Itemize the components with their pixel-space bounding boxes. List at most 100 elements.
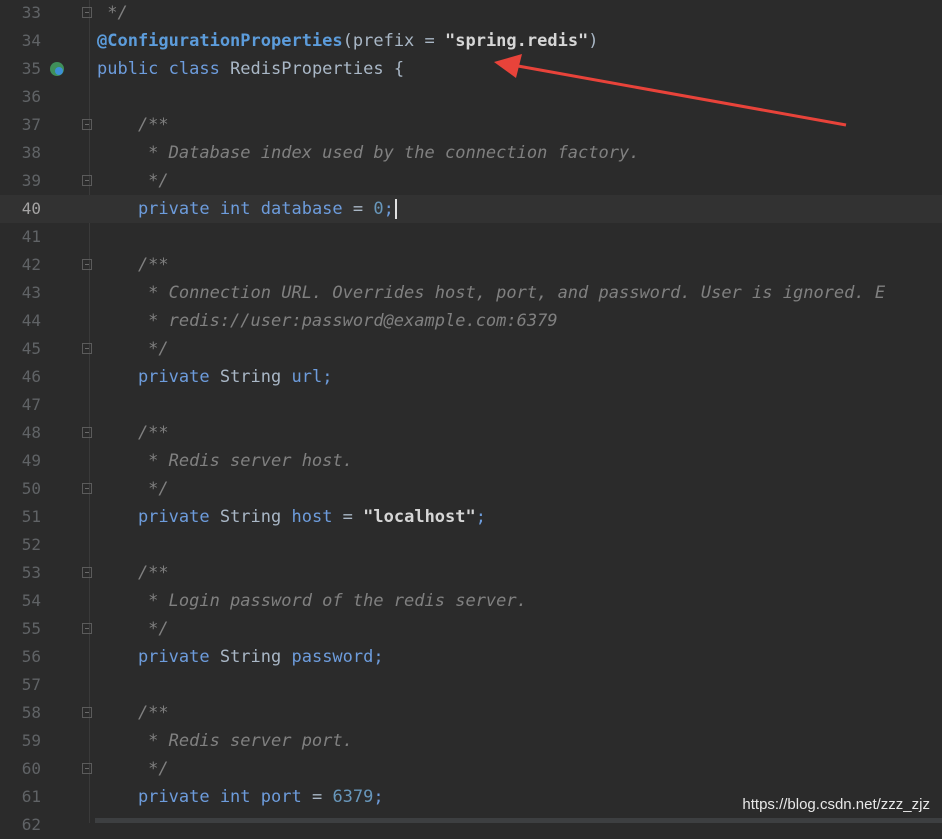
code-editor[interactable]: 33 */34 @ConfigurationProperties(prefix =… — [0, 0, 942, 834]
line-number[interactable]: 58 — [0, 699, 41, 727]
code-line[interactable]: 53 /** — [0, 559, 942, 587]
line-number[interactable]: 48 — [0, 419, 41, 447]
code-line[interactable]: 37 /** — [0, 111, 942, 139]
code-line[interactable]: 35 public class RedisProperties { — [0, 55, 942, 83]
line-number[interactable]: 52 — [0, 531, 41, 559]
code-token: "localhost" — [363, 507, 476, 527]
fold-marker-icon[interactable] — [82, 259, 92, 270]
line-number[interactable]: 33 — [0, 0, 41, 27]
code-line[interactable]: 49 * Redis server host. — [0, 447, 942, 475]
fold-marker-icon[interactable] — [82, 763, 92, 774]
code-line[interactable]: 34 @ConfigurationProperties(prefix = "spr… — [0, 27, 942, 55]
code-text: /** — [97, 111, 169, 139]
code-line[interactable]: 45 */ — [0, 335, 942, 363]
line-number[interactable]: 56 — [0, 643, 41, 671]
code-token: ; — [383, 199, 394, 219]
line-number[interactable]: 36 — [0, 83, 41, 111]
fold-marker-icon[interactable] — [82, 119, 92, 130]
line-number[interactable]: 50 — [0, 475, 41, 503]
code-line[interactable]: 40 private int database = 0; — [0, 195, 942, 223]
code-line[interactable]: 38 * Database index used by the connecti… — [0, 139, 942, 167]
code-text: public class RedisProperties { — [97, 55, 404, 83]
line-number[interactable]: 35 — [0, 55, 41, 83]
code-text: /** — [97, 251, 169, 279]
code-text: */ — [97, 755, 168, 783]
code-line[interactable]: 46 private String url; — [0, 363, 942, 391]
line-number[interactable]: 45 — [0, 335, 41, 363]
code-line[interactable]: 36 — [0, 83, 942, 111]
line-number[interactable]: 39 — [0, 167, 41, 195]
code-token: private — [97, 507, 220, 527]
code-token: ; — [373, 787, 384, 807]
line-number[interactable]: 61 — [0, 783, 41, 811]
code-text: * Connection URL. Overrides host, port, … — [97, 279, 885, 307]
code-line[interactable]: 54 * Login password of the redis server. — [0, 587, 942, 615]
code-text: */ — [97, 0, 127, 27]
fold-marker-icon[interactable] — [82, 483, 92, 494]
code-text: /** — [97, 419, 169, 447]
code-token: password — [291, 647, 374, 667]
line-number[interactable]: 38 — [0, 139, 41, 167]
code-token: * Connection URL. Overrides host, port, … — [97, 283, 886, 303]
line-number[interactable]: 37 — [0, 111, 41, 139]
code-line[interactable]: 51 private String host = "localhost"; — [0, 503, 942, 531]
fold-marker-icon[interactable] — [82, 707, 92, 718]
line-number[interactable]: 47 — [0, 391, 41, 419]
line-number[interactable]: 49 — [0, 447, 41, 475]
fold-marker-icon[interactable] — [82, 427, 92, 438]
code-token: ; — [373, 647, 384, 667]
code-line[interactable]: 42 /** — [0, 251, 942, 279]
code-line[interactable]: 39 */ — [0, 167, 942, 195]
code-line[interactable]: 60 */ — [0, 755, 942, 783]
fold-marker-icon[interactable] — [82, 567, 92, 578]
fold-marker-icon[interactable] — [82, 343, 92, 354]
code-line[interactable]: 43 * Connection URL. Overrides host, por… — [0, 279, 942, 307]
line-number[interactable]: 62 — [0, 811, 41, 839]
code-token: "spring.redis" — [445, 31, 589, 51]
code-token: String — [219, 507, 292, 527]
code-line[interactable]: 47 — [0, 391, 942, 419]
code-token: * Redis server port. — [97, 731, 353, 751]
line-number[interactable]: 40 — [0, 195, 41, 223]
code-line[interactable]: 55 */ — [0, 615, 942, 643]
line-number[interactable]: 46 — [0, 363, 41, 391]
code-text: private int database = 0; — [97, 195, 397, 223]
line-number[interactable]: 34 — [0, 27, 41, 55]
code-line[interactable]: 48 /** — [0, 419, 942, 447]
fold-marker-icon[interactable] — [82, 7, 92, 18]
code-text: * redis://user:password@example.com:6379 — [97, 307, 557, 335]
code-text: * Redis server host. — [97, 447, 353, 475]
code-text: private String url; — [97, 363, 333, 391]
line-number[interactable]: 41 — [0, 223, 41, 251]
fold-marker-icon[interactable] — [82, 175, 92, 186]
line-number[interactable]: 57 — [0, 671, 41, 699]
code-token: 0 — [373, 199, 384, 219]
code-line[interactable]: 58 /** — [0, 699, 942, 727]
line-number[interactable]: 55 — [0, 615, 41, 643]
line-number[interactable]: 53 — [0, 559, 41, 587]
line-number[interactable]: 54 — [0, 587, 41, 615]
line-number[interactable]: 43 — [0, 279, 41, 307]
horizontal-scrollbar[interactable] — [95, 818, 942, 823]
code-line[interactable]: 44 * redis://user:password@example.com:6… — [0, 307, 942, 335]
line-number[interactable]: 60 — [0, 755, 41, 783]
code-line[interactable]: 56 private String password; — [0, 643, 942, 671]
line-number[interactable]: 42 — [0, 251, 41, 279]
code-line[interactable]: 62 — [0, 811, 942, 839]
code-token: * Database index used by the connection … — [97, 143, 640, 163]
line-number[interactable]: 59 — [0, 727, 41, 755]
spring-bean-icon[interactable] — [48, 60, 66, 78]
line-number[interactable]: 44 — [0, 307, 41, 335]
code-line[interactable]: 33 */ — [0, 0, 942, 27]
code-line[interactable]: 41 — [0, 223, 942, 251]
code-token: = — [301, 787, 333, 807]
fold-marker-icon[interactable] — [82, 623, 92, 634]
code-line[interactable]: 57 — [0, 671, 942, 699]
code-token: ; — [322, 367, 333, 387]
code-line[interactable]: 50 */ — [0, 475, 942, 503]
code-line[interactable]: 52 — [0, 531, 942, 559]
code-token: RedisProperties { — [230, 59, 405, 79]
line-number[interactable]: 51 — [0, 503, 41, 531]
code-token: */ — [97, 171, 169, 191]
code-line[interactable]: 59 * Redis server port. — [0, 727, 942, 755]
